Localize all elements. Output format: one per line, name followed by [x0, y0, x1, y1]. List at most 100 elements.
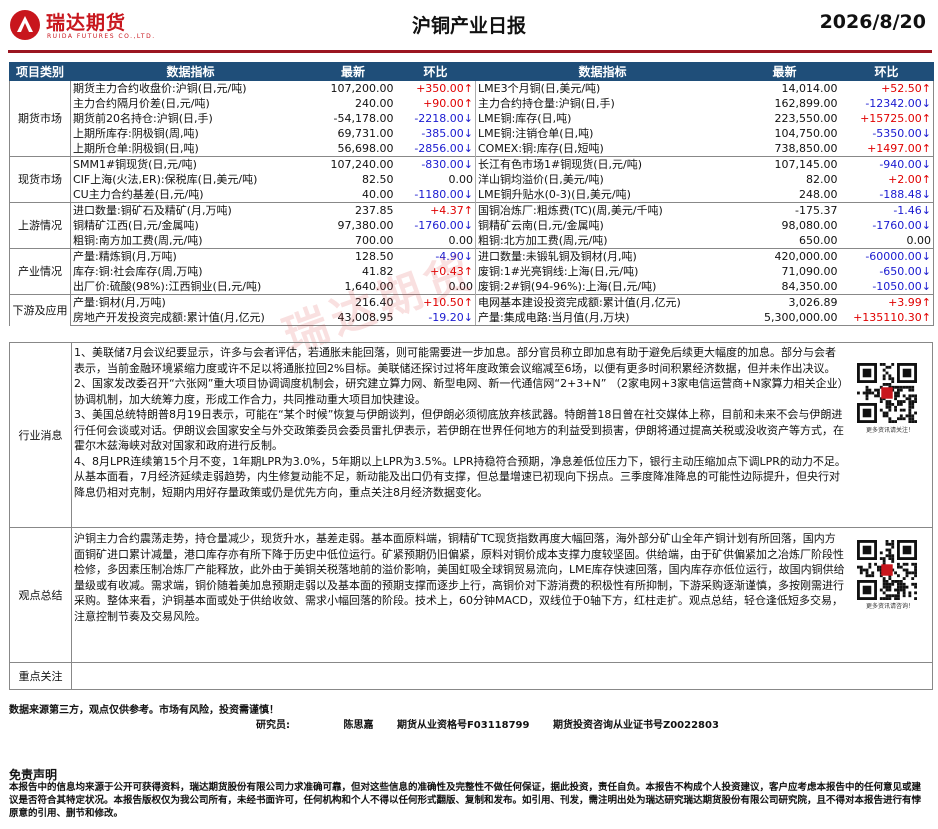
change-cell: -1050.00↓	[839, 279, 934, 295]
indicator-cell: CIF上海(火法,ER):保税库(日,美元/吨)	[70, 172, 311, 187]
indicator-cell: LME铜:注销仓单(日,吨)	[475, 126, 730, 141]
latest-value-cell: 237.85	[310, 202, 396, 218]
news-text: 1、美联储7月会议纪要显示，许多与会者评估，若通胀未能回落，则可能需要进一步加息…	[74, 345, 846, 500]
change-cell: 0.00	[448, 173, 474, 186]
change-cell: -19.20↓	[395, 310, 476, 326]
latest-value-cell: 69,731.00	[337, 127, 394, 140]
change-cell: -1760.00↓	[839, 218, 934, 233]
news-item: 2、国家发改委召开“六张网”重大项目协调调度机制会，研究建立算力网、新型电网、新…	[74, 377, 844, 406]
latest-value-cell: 650.00	[799, 234, 838, 247]
table-row: 房地产开发投资完成额:累计值(月,亿元) 43,008.95 -19.20↓ 产量:集…	[10, 310, 934, 326]
table-row: 下游及应用 产量:铜材(月,万吨) 216.40 +10.50↑ 电网基本建设投资完成额…	[9, 294, 934, 326]
change-cell: -188.48↓	[839, 187, 934, 203]
latest-value-cell: 216.40	[310, 294, 396, 310]
table-row: 上期所库存:阴极铜(周,吨) 69,731.00 -385.00↓ LME铜:注销仓单…	[10, 126, 934, 141]
change-cell: -4.90↓	[395, 248, 476, 264]
indicator-cell: 粗铜:南方加工费(周,元/吨)	[70, 233, 311, 249]
change-cell: -940.00↓	[839, 156, 934, 172]
qr-code-icon[interactable]	[857, 540, 917, 600]
indicator-cell: 长江有色市场1#铜现货(日,元/吨)	[475, 156, 730, 172]
researcher-line: 研究员: 陈思嘉 期货从业资格号F03118799 期货投资咨询从业证书号Z00…	[256, 716, 739, 731]
news-item: 4、8月LPR连续第15个月不变，1年期LPR为3.0%，5年期以上LPR为3.…	[74, 454, 846, 499]
table-header-row: 项目类别 数据指标 最新 环比 数据指标 最新 环比	[9, 62, 934, 81]
indicator-cell: 上期所库存:阴极铜(周,吨)	[70, 126, 311, 141]
category-cell: 上游情况	[9, 202, 71, 249]
latest-value-cell: 41.82	[362, 265, 394, 278]
change-cell: -2856.00↓	[414, 142, 473, 155]
latest-value-cell: 82.00	[806, 173, 838, 186]
table-row: 期货市场 期货主力合约收盘价:沪铜(日,元/吨) 107,200.00 +350.00…	[9, 80, 934, 157]
change-cell: -1180.00↓	[414, 188, 473, 201]
indicator-cell: 期货主力合约收盘价:沪铜(日,元/吨)	[70, 80, 311, 96]
latest-value-cell: 84,350.00	[781, 280, 838, 293]
indicator-cell: LME3个月铜(日,美元/吨)	[475, 80, 730, 96]
column-header: 环比	[839, 62, 934, 81]
indicator-cell: 废铜:1#光亮铜线:上海(日,元/吨)	[475, 264, 730, 279]
researcher-cert-2: 期货投资咨询从业证书号Z0022803	[552, 720, 719, 731]
indicator-cell: 产量:精炼铜(月,万吨)	[70, 248, 311, 264]
news-item: 1、美联储7月会议纪要显示，许多与会者评估，若通胀未能回落，则可能需要进一步加息…	[74, 346, 836, 375]
change-cell: -12342.00↓	[839, 96, 934, 111]
latest-value-cell: 107,240.00	[310, 156, 396, 172]
qr-code-icon[interactable]	[857, 363, 917, 423]
latest-value-cell: 104,750.00	[774, 127, 838, 140]
latest-value-cell: 71,090.00	[781, 265, 838, 278]
change-cell: +10.50↑	[395, 294, 476, 310]
change-cell: -60000.00↓	[839, 248, 934, 264]
latest-value-cell: 56,698.00	[337, 142, 394, 155]
latest-value-cell: 738,850.00	[774, 142, 838, 155]
table-row: 现货市场 SMM1#铜现货(日,元/吨) 107,240.00 -830.00↓ 长江有…	[9, 156, 934, 203]
indicator-cell: LME铜:库存(日,吨)	[475, 111, 730, 126]
report-title: 沪铜产业日报	[411, 15, 526, 37]
table-row: 库存:铜:社会库存(周,万吨) 41.82 +0.43↑ 废铜:1#光亮铜线:上海(日…	[10, 264, 934, 279]
qr-caption: 更多资讯请关注！	[865, 427, 914, 434]
latest-value-cell: 97,380.00	[337, 219, 394, 232]
category-cell: 产业情况	[9, 248, 71, 295]
indicator-cell: 出厂价:硫酸(98%):江西铜业(日,元/吨)	[70, 279, 311, 295]
indicator-cell: 房地产开发投资完成额:累计值(月,亿元)	[70, 310, 311, 326]
change-cell: 0.00	[839, 233, 934, 249]
change-cell: +52.50↑	[839, 80, 934, 96]
table-row: CIF上海(火法,ER):保税库(日,美元/吨) 82.50 0.00 洋山铜均溢价(…	[10, 172, 934, 187]
indicator-cell: 产量:集成电路:当月值(月,万块)	[475, 310, 730, 326]
industry-news-section: 行业消息 1、美联储7月会议纪要显示，许多与会者评估，若通胀未能回落，则可能需要…	[9, 342, 933, 528]
indicator-cell: 期货前20名持仓:沪铜(日,手)	[70, 111, 311, 126]
change-cell: +1497.00↑	[839, 141, 934, 157]
report-date: 2026/8/20	[819, 11, 926, 33]
indicator-cell: 电网基本建设投资完成额:累计值(月,亿元)	[475, 294, 730, 310]
latest-value-cell: 98,080.00	[781, 219, 838, 232]
latest-value-cell: 40.00	[362, 188, 394, 201]
table-row: 主力合约隔月价差(日,元/吨) 240.00 +90.00↑ 主力合约持仓量:沪铜(…	[10, 96, 934, 111]
news-label: 行业消息	[10, 343, 72, 527]
change-cell: 0.00	[448, 234, 474, 247]
disclaimer-text: 本报告中的信息均来源于公开可获得资料，瑞达期货股份有限公司力求准确可靠，但对这些…	[9, 782, 922, 819]
change-cell: -385.00↓	[421, 127, 473, 140]
table-row: CU主力合约基差(日,元/吨) 40.00 -1180.00↓ LME铜升贴水(0-3…	[10, 187, 934, 203]
column-header: 环比	[395, 62, 476, 81]
change-cell: -5350.00↓	[839, 126, 934, 141]
column-header: 数据指标	[70, 62, 311, 81]
indicator-cell: 洋山铜均溢价(日,美元/吨)	[475, 172, 730, 187]
indicator-cell: 主力合约持仓量:沪铜(日,手)	[475, 96, 730, 111]
latest-value-cell: 43,008.95	[310, 310, 396, 326]
latest-value-cell: 107,145.00	[729, 156, 840, 172]
change-cell: +2.00↑	[839, 172, 934, 187]
change-cell: -1760.00↓	[414, 219, 473, 232]
view-summary-section: 观点总结 沪铜主力合约震荡走势，持仓量减少，现货升水，基差走弱。基本面原料端，铜…	[9, 528, 933, 663]
indicator-cell: 废铜:2#铜(94-96%):上海(日,元/吨)	[475, 279, 730, 295]
change-cell: +135110.30↑	[839, 310, 934, 326]
latest-value-cell: 82.50	[362, 173, 394, 186]
latest-value-cell: 14,014.00	[729, 80, 840, 96]
indicator-cell: CU主力合约基差(日,元/吨)	[70, 187, 311, 203]
indicator-cell: 产量:铜材(月,万吨)	[70, 294, 311, 310]
change-cell: +350.00↑	[395, 80, 476, 96]
column-header: 最新	[729, 62, 840, 81]
report-header: 瑞达期货 RUIDA FUTURES CO.,LTD. 沪铜产业日报 2026/…	[0, 0, 938, 50]
key-focus-section: 重点关注	[9, 663, 933, 690]
table-row: 上游情况 进口数量:铜矿石及精矿(月,万吨) 237.85 +4.37↑ 国铜冶炼厂:粗…	[9, 202, 934, 249]
view-label: 观点总结	[10, 528, 72, 662]
indicator-cell: SMM1#铜现货(日,元/吨)	[70, 156, 311, 172]
latest-value-cell: 3,026.89	[729, 294, 840, 310]
latest-value-cell: 248.00	[799, 188, 838, 201]
column-header: 项目类别	[9, 62, 71, 81]
